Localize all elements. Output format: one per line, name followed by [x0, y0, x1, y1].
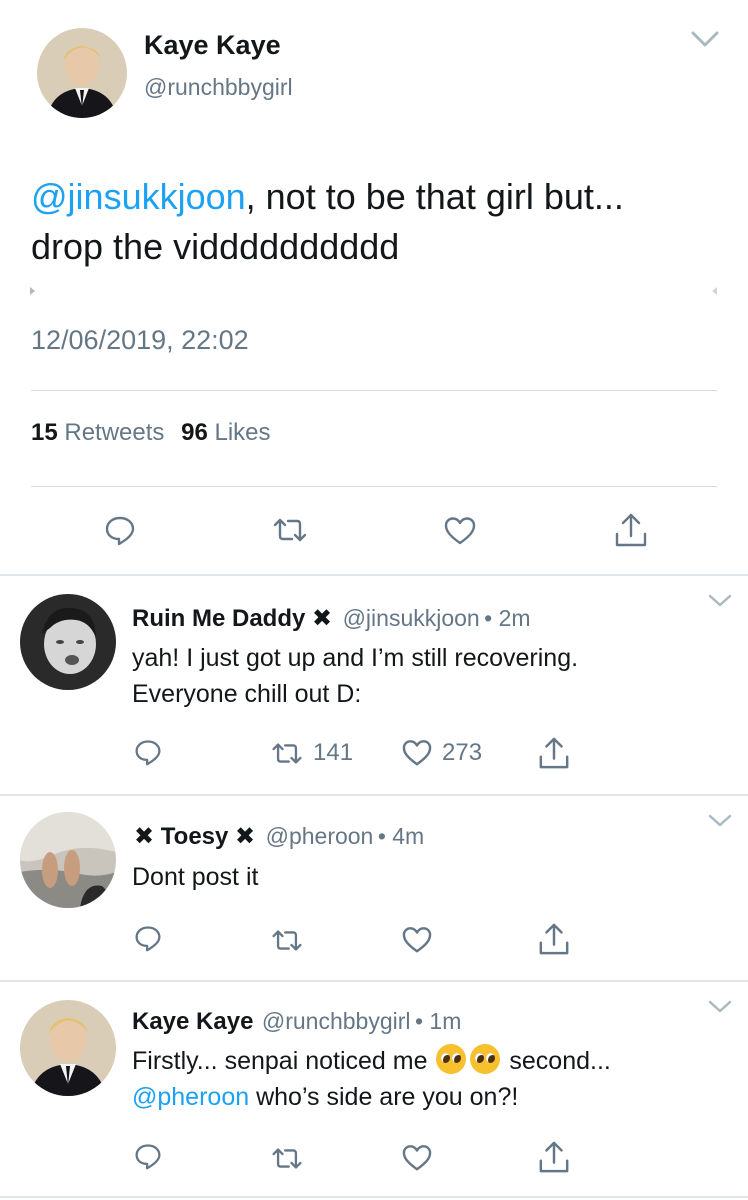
reply-text-line: Firstly... senpai noticed me second...	[132, 1043, 732, 1079]
reply-text-part: second...	[509, 1047, 611, 1075]
avatar[interactable]	[20, 594, 116, 690]
reply-text: Dont post it	[132, 863, 259, 891]
author-handle[interactable]: @runchbbygirl	[144, 74, 293, 101]
likes-label[interactable]: Likes	[214, 419, 270, 446]
divider	[31, 390, 717, 391]
divider	[0, 574, 748, 576]
divider	[0, 980, 748, 982]
reply-time: • 2m	[484, 605, 531, 631]
caret-marker-left	[30, 287, 35, 295]
tweet-text: @jinsukkjoon, not to be that girl but...…	[31, 172, 731, 272]
reply-header: Kaye Kaye @runchbbygirl • 1m	[132, 1008, 461, 1036]
tweet-timestamp: 12/06/2019, 22:02	[31, 325, 249, 355]
chevron-down-icon[interactable]	[708, 814, 732, 828]
divider	[0, 794, 748, 796]
reply-time: • 4m	[377, 823, 425, 849]
author-name[interactable]: Ruin Me Daddy ✖	[132, 605, 332, 632]
share-icon[interactable]	[614, 512, 648, 548]
mention-link[interactable]: @jinsukkjoon	[31, 176, 246, 217]
retweet-icon[interactable]	[270, 1146, 304, 1171]
avatar[interactable]	[37, 28, 127, 118]
avatar[interactable]	[20, 1000, 116, 1096]
avatar[interactable]	[20, 812, 116, 908]
caret-marker-right	[712, 287, 717, 295]
retweet-icon[interactable]	[270, 741, 304, 766]
reply-text-line: Everyone chill out D:	[132, 680, 362, 708]
reply-icon[interactable]	[104, 514, 136, 546]
retweet-icon[interactable]	[270, 928, 304, 953]
share-icon[interactable]	[538, 1140, 570, 1174]
heart-icon[interactable]	[444, 516, 476, 546]
author-handle[interactable]: @runchbbygirl	[262, 1008, 411, 1034]
reply-text-line: yah! I just got up and I’m still recover…	[132, 644, 579, 672]
share-icon[interactable]	[538, 922, 570, 956]
retweet-count[interactable]: 141	[313, 739, 353, 767]
mention-link[interactable]: @pheroon	[132, 1083, 249, 1111]
reply-text: yah! I just got up and I’m still recover…	[132, 640, 732, 712]
reply-text-part: who’s side are you on?!	[256, 1083, 519, 1111]
reply-header: Ruin Me Daddy ✖ @jinsukkjoon • 2m	[132, 604, 531, 633]
reply-text: Firstly... senpai noticed me second... @…	[132, 1043, 732, 1115]
author-name[interactable]: Kaye Kaye	[144, 30, 281, 61]
author-name[interactable]: ✖ Toesy ✖	[134, 823, 255, 850]
retweet-icon[interactable]	[272, 516, 308, 544]
reply-icon[interactable]	[134, 924, 162, 952]
author-name[interactable]: Kaye Kaye	[132, 1008, 253, 1035]
retweets-label[interactable]: Retweets	[64, 419, 164, 446]
reply-icon[interactable]	[134, 738, 162, 766]
reply-header: ✖ Toesy ✖ @pheroon • 4m	[134, 822, 424, 851]
heart-icon[interactable]	[402, 1144, 432, 1172]
tweet-text-part: , not to be that girl but...	[245, 176, 624, 217]
reply-text-line: @pheroon who’s side are you on?!	[132, 1079, 732, 1115]
like-count[interactable]: 273	[442, 739, 482, 767]
reply-time: • 1m	[414, 1008, 462, 1034]
likes-count[interactable]: 96	[181, 419, 208, 446]
chevron-down-icon[interactable]	[708, 594, 732, 608]
tweet-text-line2: drop the vidddddddddd	[31, 226, 400, 267]
author-handle[interactable]: @pheroon	[266, 823, 374, 849]
reply-icon[interactable]	[134, 1142, 162, 1170]
chevron-down-icon[interactable]	[691, 31, 719, 48]
heart-icon[interactable]	[402, 739, 432, 767]
chevron-down-icon[interactable]	[708, 1000, 732, 1014]
divider	[0, 1196, 748, 1198]
author-handle[interactable]: @jinsukkjoon	[343, 605, 480, 631]
divider	[31, 486, 717, 487]
heart-icon[interactable]	[402, 926, 432, 954]
tweet-stats: 15 Retweets 96 Likes	[31, 419, 271, 447]
retweets-count[interactable]: 15	[31, 419, 58, 446]
pleading-face-emoji	[470, 1044, 501, 1074]
share-icon[interactable]	[538, 736, 570, 770]
reply-text-part: Firstly... senpai noticed me	[132, 1047, 428, 1075]
pleading-face-emoji	[436, 1044, 467, 1074]
tweet-thread: Kaye Kaye @runchbbygirl @jinsukkjoon, no…	[0, 0, 748, 1200]
